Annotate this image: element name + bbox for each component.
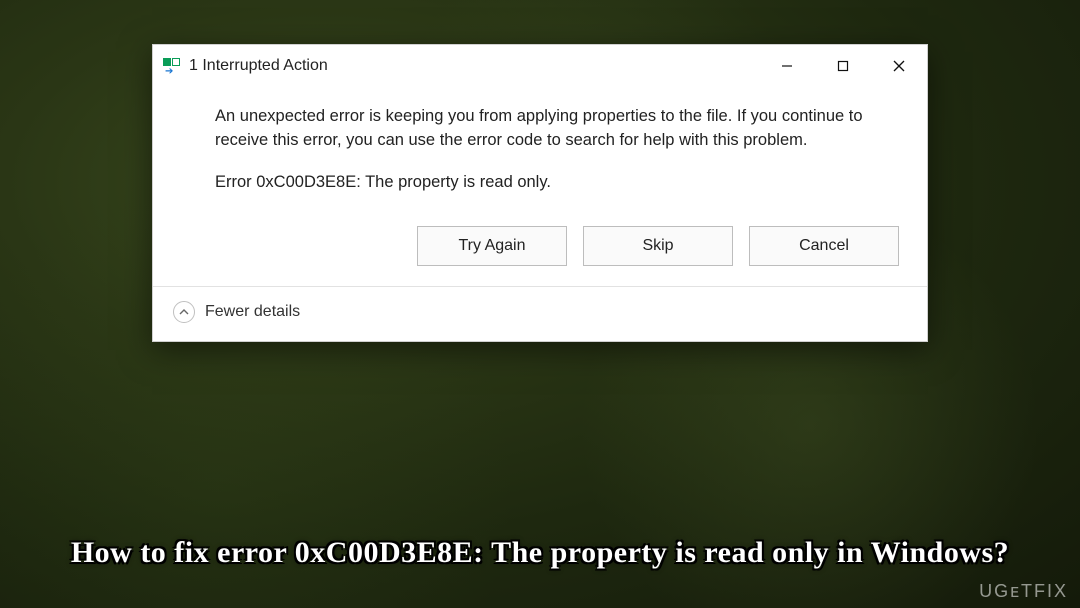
dialog-icon: ➔ <box>163 58 183 74</box>
watermark: UGᴇTFIX <box>979 581 1068 602</box>
close-button[interactable] <box>871 45 927 87</box>
minimize-button[interactable] <box>759 45 815 87</box>
article-caption: How to fix error 0xC00D3E8E: The propert… <box>0 536 1080 570</box>
window-controls <box>759 45 927 87</box>
dialog-title: 1 Interrupted Action <box>189 57 759 75</box>
dialog-button-row: Try Again Skip Cancel <box>153 226 927 286</box>
dialog-content: An unexpected error is keeping you from … <box>153 87 927 226</box>
skip-button[interactable]: Skip <box>583 226 733 266</box>
interrupted-action-dialog: ➔ 1 Interrupted Action An unexpected err… <box>152 44 928 342</box>
chevron-up-icon <box>173 301 195 323</box>
cancel-button[interactable]: Cancel <box>749 226 899 266</box>
details-toggle-label: Fewer details <box>205 303 300 321</box>
details-toggle-row[interactable]: Fewer details <box>153 287 927 341</box>
try-again-button[interactable]: Try Again <box>417 226 567 266</box>
error-code-line: Error 0xC00D3E8E: The property is read o… <box>215 173 895 192</box>
error-message: An unexpected error is keeping you from … <box>215 105 895 153</box>
maximize-button[interactable] <box>815 45 871 87</box>
titlebar: ➔ 1 Interrupted Action <box>153 45 927 87</box>
